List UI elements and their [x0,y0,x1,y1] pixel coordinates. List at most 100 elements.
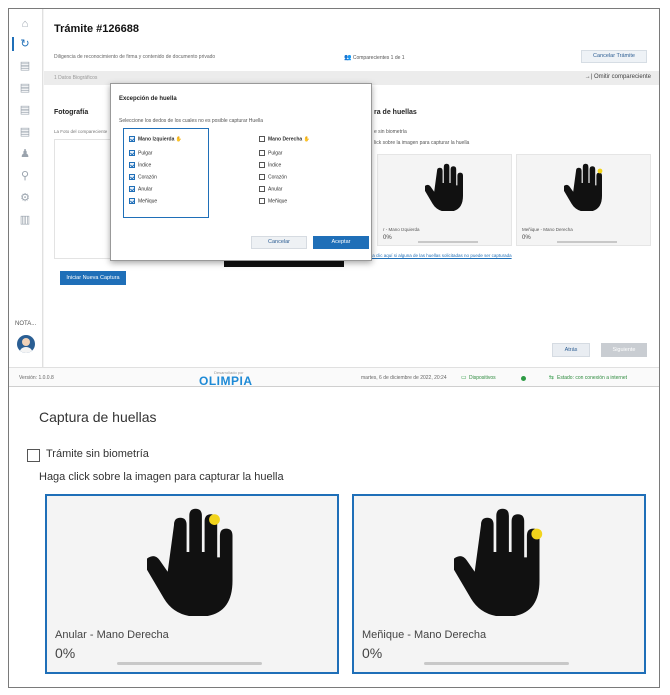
modal-title: Excepción de huella [119,96,177,102]
checkbox-izq-anular[interactable]: Anular [129,186,152,192]
fotografia-heading: Fotografía [54,109,89,116]
users-icon: 👥 [344,55,352,61]
checkbox-label: Índice [138,162,152,169]
checkbox-mano-izquierda[interactable]: Mano Izquierda ✋ [129,136,182,142]
comparecientes-text: Comparecientes 1 de 1 [352,55,405,61]
siguiente-button[interactable]: Siguiente [601,343,647,357]
refresh-icon[interactable]: ↻ [18,37,32,51]
sin-biometria-checkbox[interactable] [27,449,40,462]
home-icon[interactable]: ⌂ [18,17,32,31]
checkbox-box[interactable] [259,186,265,192]
captura-small-heading: ra de huellas [374,109,417,116]
mini-card-percent: 0% [522,235,531,241]
card-label: Anular - Mano Derecha [55,629,169,641]
checkbox-box[interactable] [259,150,265,156]
document-icon[interactable]: ▤ [18,125,32,139]
checkbox-label: Mano Derecha [268,136,303,143]
modal-cancel-button[interactable]: Cancelar [251,236,307,249]
mini-card-percent: 0% [383,235,392,241]
checkbox-mano-derecha[interactable]: Mano Derecha ✋ [259,136,310,142]
checkbox-label: Meñique [138,198,158,205]
fingerprint-card-anular[interactable]: Anular - Mano Derecha 0% [45,494,339,674]
fingerprint-card-menique[interactable]: Meñique - Mano Derecha 0% [352,494,646,674]
cancel-tramite-button[interactable]: Cancelar Trámite [581,50,647,63]
checkbox-label: Anular [268,186,283,193]
checkbox-label: Mano Izquierda [138,136,175,143]
checkbox-label: Índice [268,162,282,169]
hand-icon [454,508,543,616]
checkbox-box[interactable] [129,162,135,168]
connection-icon: ⇆ [549,375,555,381]
hand-icon: ✋ [303,136,310,143]
hand-icon [147,508,233,616]
hand-icon [424,163,463,211]
document-icon[interactable]: ▤ [18,59,32,73]
checkbox-izq-menique[interactable]: Meñique [129,198,157,204]
modal-subtitle: Seleccione los dedos de los cuales no es… [119,118,263,124]
modal-accept-button[interactable]: Aceptar [313,236,369,249]
connection-status: Estado: con conexión a internet [557,375,628,381]
checkbox-box[interactable] [259,174,265,180]
tab-datos-biograficos[interactable]: 1 Datos Biográficos [54,75,97,81]
tramite-subtitle: Diligencia de reconocimiento de firma y … [54,54,216,60]
sin-biometria-small: e sin biometría [374,129,407,135]
sin-biometria-label: Trámite sin biometría [46,448,149,460]
atras-button[interactable]: Atrás [552,343,590,357]
document-icon[interactable]: ▤ [18,81,32,95]
checkbox-label: Pulgar [268,150,283,157]
sidebar: ⌂ ↻ ▤ ▤ ▤ ▤ ♟ ⚲ ⚙ ▥ NOTA... [9,9,43,367]
checkbox-box[interactable] [129,136,135,142]
checkbox-label: Anular [138,186,153,193]
settings-icon[interactable]: ⚙ [18,191,32,205]
foto-note: La Foto del compareciente [54,129,108,134]
checkbox-der-pulgar[interactable]: Pulgar [259,150,282,156]
checkbox-izq-pulgar[interactable]: Pulgar [129,150,152,156]
checkbox-der-menique[interactable]: Meñique [259,198,287,204]
mini-fingerprint-card[interactable]: Meñique - Mano Derecha 0% [516,154,651,246]
finger-highlight-dot [209,514,220,525]
nota-label: NOTA... [15,321,37,327]
mini-card-label: Meñique - Mano Derecha [522,227,573,232]
chart-icon[interactable]: ▥ [18,213,32,227]
checkbox-box[interactable] [259,198,265,204]
checkbox-izq-indice[interactable]: Índice [129,162,151,168]
huella-no-capturable-link[interactable]: Haga clic aquí si alguna de las huellas … [364,253,512,258]
card-progress-bar [424,662,569,665]
hand-icon: ✋ [175,136,183,143]
checkbox-box[interactable] [129,174,135,180]
checkbox-box[interactable] [259,162,265,168]
version-text: Versión: 1.0.0.8 [19,375,54,381]
avatar[interactable] [17,335,35,353]
checkbox-der-corazon[interactable]: Corazón [259,174,287,180]
excepcion-huella-modal: Excepción de huella Seleccione los dedos… [110,83,372,261]
checkbox-der-anular[interactable]: Anular [259,186,282,192]
finger-highlight-dot [597,168,602,174]
checkbox-box[interactable] [129,198,135,204]
omitir-compareciente-button[interactable]: →| Omitir compareciente [585,74,651,80]
user-icon[interactable]: ♟ [18,147,32,161]
instruction-text: Haga click sobre la imagen para capturar… [39,471,284,483]
card-percent: 0% [362,645,383,661]
document-icon[interactable]: ▤ [18,103,32,117]
haga-click-small: lick sobre la imagen para capturar la hu… [374,140,470,146]
finger-highlight-dot [531,528,543,540]
checkbox-der-indice[interactable]: Índice [259,162,281,168]
hand-icon [563,163,602,211]
fingerprint-icon[interactable]: ⚲ [18,169,32,183]
card-percent: 0% [55,645,76,661]
checkbox-box[interactable] [259,136,265,142]
mini-card-progress [418,241,478,243]
sidebar-active-indicator [12,37,14,51]
screenshot-frame: ⌂ ↻ ▤ ▤ ▤ ▤ ♟ ⚲ ⚙ ▥ NOTA... Trámite #126… [8,8,660,688]
nueva-captura-button[interactable]: Iniciar Nueva Captura [60,271,126,285]
mini-card-label: r - Mano Izquierda [383,227,420,232]
checkbox-label: Meñique [268,198,288,205]
mini-card-progress [557,241,617,243]
olimpia-logo: OLIMPIA [199,374,253,387]
checkbox-label: Corazón [268,174,287,181]
dispositivos-status[interactable]: Dispositivos [469,375,496,381]
mini-fingerprint-card[interactable]: r - Mano Izquierda 0% [377,154,512,246]
checkbox-izq-corazon[interactable]: Corazón [129,174,157,180]
checkbox-box[interactable] [129,150,135,156]
checkbox-box[interactable] [129,186,135,192]
